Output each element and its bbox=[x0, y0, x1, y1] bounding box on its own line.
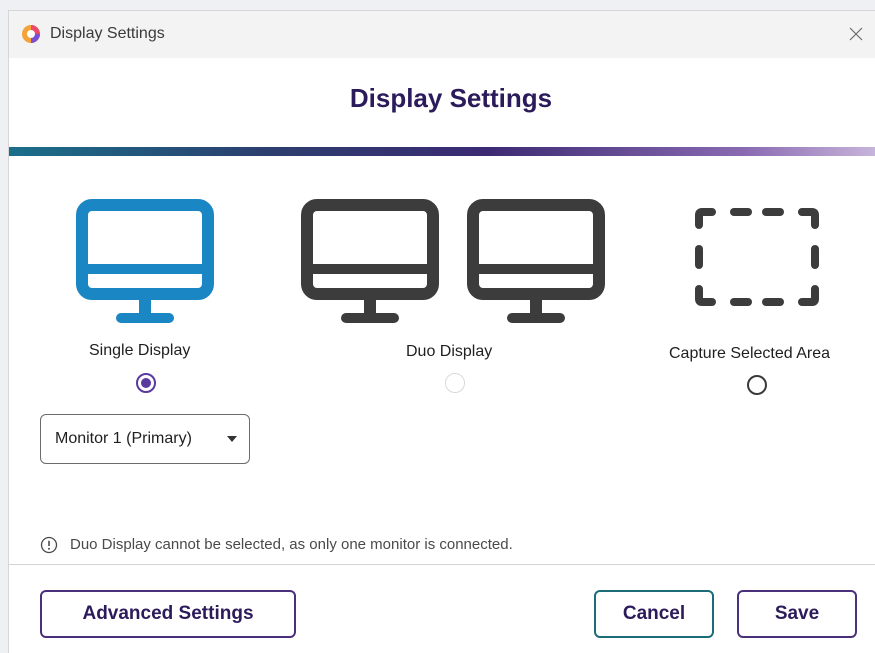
close-button[interactable] bbox=[841, 19, 871, 49]
save-button[interactable]: Save bbox=[737, 590, 857, 638]
duo-display-radio[interactable] bbox=[445, 373, 465, 393]
single-monitor-icon[interactable] bbox=[76, 199, 214, 324]
monitor-select-value: Monitor 1 (Primary) bbox=[55, 430, 192, 447]
capture-area-label: Capture Selected Area bbox=[669, 345, 830, 362]
chevron-down-icon bbox=[227, 436, 237, 442]
cancel-button[interactable]: Cancel bbox=[594, 590, 714, 638]
single-display-label: Single Display bbox=[89, 342, 191, 359]
header-gradient-divider bbox=[9, 147, 875, 156]
window-title: Display Settings bbox=[50, 25, 165, 42]
footer-divider bbox=[9, 564, 875, 565]
advanced-settings-button[interactable]: Advanced Settings bbox=[40, 590, 296, 638]
title-bar: Display Settings bbox=[9, 11, 875, 58]
page-title: Display Settings bbox=[349, 83, 553, 113]
close-icon bbox=[849, 27, 863, 41]
info-message: Duo Display cannot be selected, as only … bbox=[70, 536, 513, 553]
info-icon bbox=[40, 536, 58, 554]
single-display-radio[interactable] bbox=[136, 373, 156, 393]
display-settings-dialog: Display Settings Display Settings Single… bbox=[8, 10, 875, 653]
duo-display-label: Duo Display bbox=[406, 343, 493, 360]
dual-monitor-icon[interactable] bbox=[301, 199, 607, 324]
capture-area-radio[interactable] bbox=[747, 375, 767, 395]
app-logo-icon bbox=[22, 25, 40, 43]
selection-area-icon[interactable] bbox=[694, 207, 820, 307]
monitor-select[interactable]: Monitor 1 (Primary) bbox=[40, 414, 250, 464]
